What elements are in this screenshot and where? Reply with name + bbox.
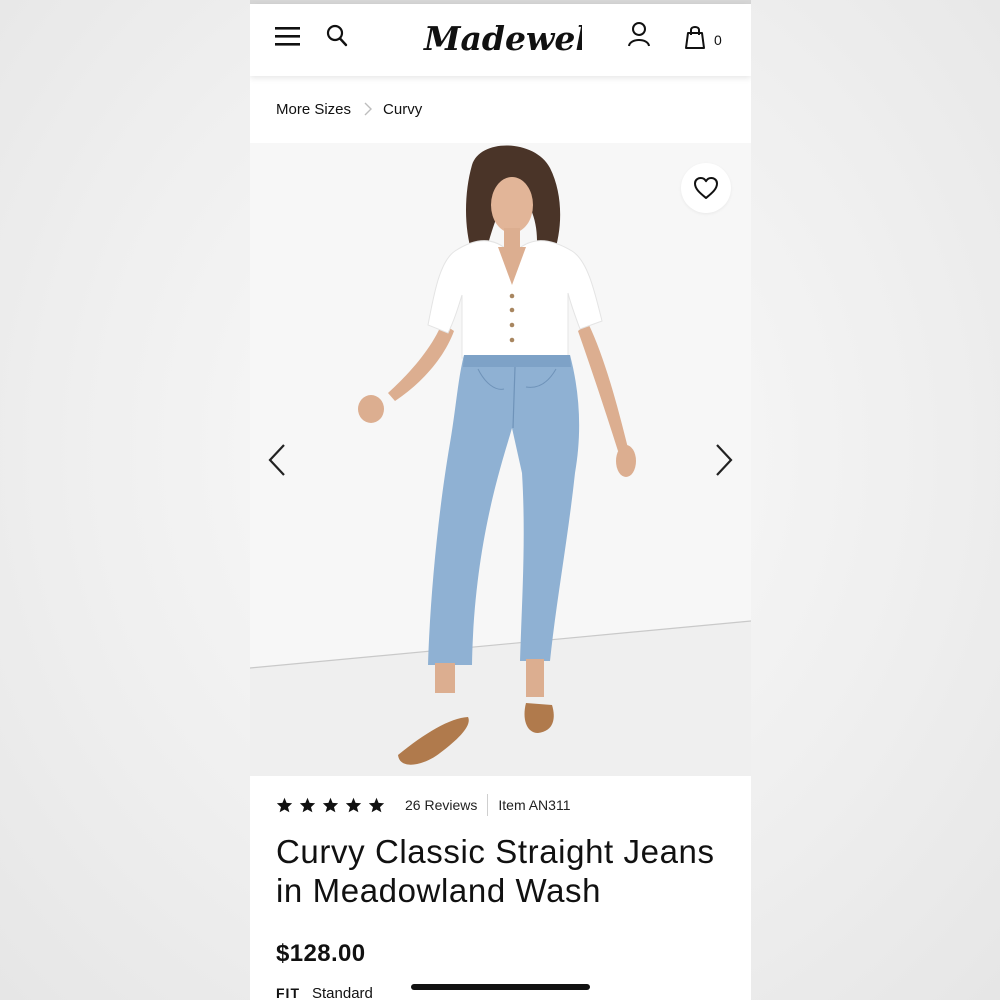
star-icon <box>345 797 362 813</box>
product-title: Curvy Classic Straight Jeans in Meadowla… <box>276 833 715 909</box>
fit-value: Standard <box>312 985 373 1000</box>
meta-divider <box>487 794 489 816</box>
product-photo <box>250 143 751 776</box>
hamburger-menu-icon <box>275 27 300 46</box>
star-icon <box>368 797 385 813</box>
star-rating[interactable] <box>276 797 385 813</box>
breadcrumb-item-more-sizes[interactable]: More Sizes <box>276 101 351 118</box>
user-account-icon <box>628 22 650 47</box>
fit-row: FIT Standard <box>276 985 373 1000</box>
next-image-button[interactable] <box>709 438 739 482</box>
search-button[interactable] <box>324 23 350 51</box>
breadcrumb: More Sizes Curvy <box>276 98 422 120</box>
account-button[interactable] <box>626 21 652 51</box>
star-icon <box>322 797 339 813</box>
reviews-link[interactable]: 26 Reviews <box>405 797 477 813</box>
add-to-favorites-button[interactable] <box>681 163 731 213</box>
product-image-gallery[interactable] <box>250 143 751 776</box>
bag-count-badge: 0 <box>714 32 722 48</box>
heart-icon <box>694 177 718 199</box>
star-icon <box>299 797 316 813</box>
product-price: $128.00 <box>276 940 366 967</box>
madewell-logo[interactable]: Madewell <box>420 14 582 64</box>
site-header: Madewell 0 <box>250 4 751 76</box>
chevron-right-icon <box>716 444 733 476</box>
star-icon <box>276 797 293 813</box>
svg-text:Madewell: Madewell <box>423 19 582 58</box>
phone-screen: Madewell 0 More Sizes Curvy <box>250 0 751 1000</box>
breadcrumb-item-curvy[interactable]: Curvy <box>383 101 422 118</box>
home-indicator[interactable] <box>411 984 590 990</box>
shopping-bag-icon <box>685 26 705 49</box>
fit-label: FIT <box>276 985 300 1000</box>
chevron-right-icon <box>364 102 373 116</box>
menu-button[interactable] <box>274 24 302 50</box>
chevron-left-icon <box>268 444 285 476</box>
search-icon <box>326 24 348 47</box>
previous-image-button[interactable] <box>262 438 292 482</box>
shopping-bag-button[interactable]: 0 <box>684 22 734 54</box>
item-number: Item AN311 <box>498 797 571 813</box>
product-meta-row: 26 Reviews Item AN311 <box>276 793 571 817</box>
